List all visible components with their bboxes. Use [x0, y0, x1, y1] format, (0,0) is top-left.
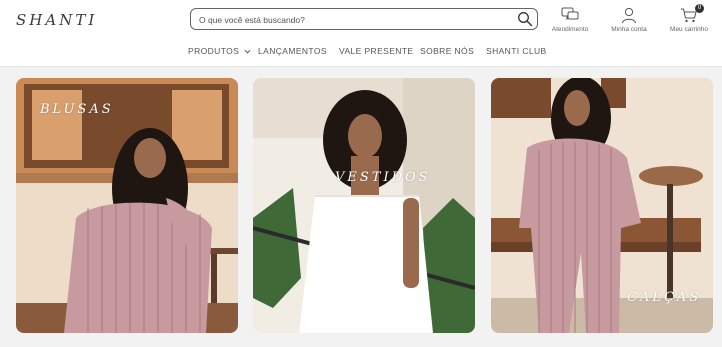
nav-item-produtos[interactable]: PRODUTOS [188, 46, 251, 56]
cart-count-badge: 0 [695, 4, 704, 13]
site-header: SHANTI Atendimento Minha conta 0 Meu car… [0, 0, 722, 41]
main-navigation: PRODUTOS LANÇAMENTOS VALE PRESENTE SOBRE… [0, 40, 722, 67]
customer-service-label: Atendimento [551, 26, 589, 33]
nav-item-shanti-club[interactable]: SHANTI CLUB [486, 46, 547, 56]
nav-item-lancamentos[interactable]: LANÇAMENTOS [258, 46, 327, 56]
nav-item-vale-presente[interactable]: VALE PRESENTE [339, 46, 413, 56]
category-photo-vestidos [253, 78, 475, 333]
nav-item-sobre-nos[interactable]: SOBRE NÓS [420, 46, 474, 56]
category-label-blusas: BLUSAS [40, 102, 114, 117]
category-label-vestidos: VESTIDOS [335, 170, 431, 185]
cart-label: Meu carrinho [670, 26, 708, 33]
nav-item-label: PRODUTOS [188, 46, 240, 56]
category-card-blusas[interactable]: BLUSAS [16, 78, 238, 333]
category-card-calcas[interactable]: CALÇAS [491, 78, 713, 333]
search-input[interactable] [197, 11, 511, 29]
user-icon [622, 7, 636, 24]
chevron-down-icon [244, 50, 251, 54]
category-label-calcas: CALÇAS [627, 290, 702, 305]
customer-service-button[interactable]: Atendimento [548, 6, 592, 36]
account-button[interactable]: Minha conta [606, 6, 652, 36]
category-card-vestidos[interactable]: VESTIDOS [253, 78, 475, 333]
account-label: Minha conta [611, 26, 647, 33]
brand-logo[interactable]: SHANTI [16, 8, 94, 32]
chat-icon [561, 7, 579, 21]
search-icon[interactable] [517, 11, 533, 27]
cart-button[interactable]: 0 Meu carrinho [664, 4, 714, 36]
search-bar[interactable] [190, 8, 538, 30]
